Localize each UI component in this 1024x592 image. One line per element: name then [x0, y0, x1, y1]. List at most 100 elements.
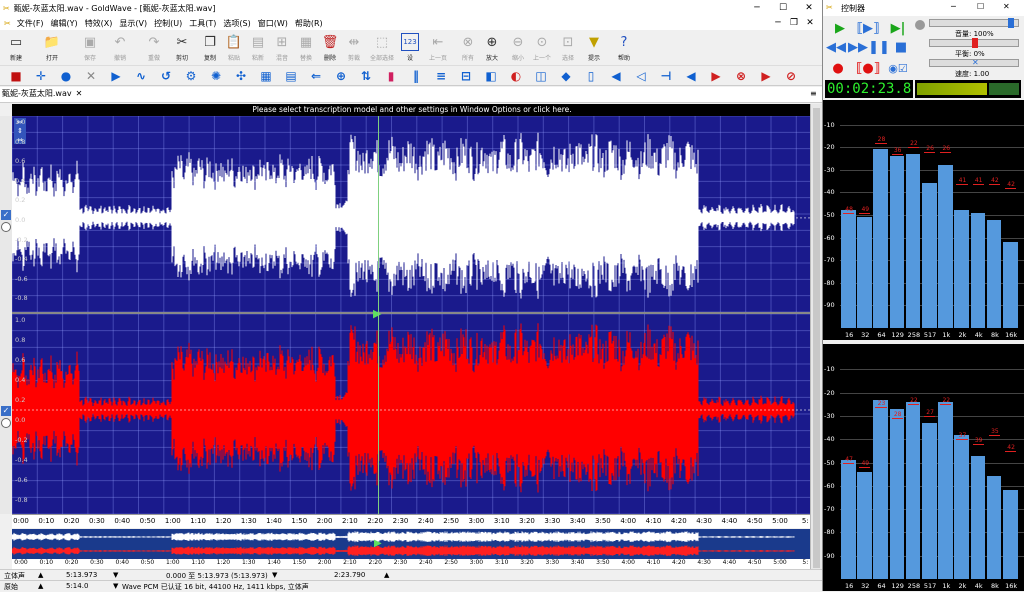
effect-tool-3-icon[interactable]: ● — [58, 68, 74, 84]
effect-tool-31-icon[interactable]: ▶ — [758, 68, 774, 84]
cue-button[interactable]: ▼ 提示 — [582, 31, 606, 65]
menu-tools[interactable]: 工具(T) — [189, 18, 216, 29]
tab-menu-icon[interactable]: ≡ — [810, 89, 817, 98]
mix-button[interactable]: ⊞ 混音 — [270, 31, 294, 65]
effect-tool-28-icon[interactable]: ◀ — [683, 68, 699, 84]
effect-tool-30-icon[interactable]: ⊗ — [733, 68, 749, 84]
document-tab[interactable]: 甄妮-灰蓝太阳.wav ✕ — [2, 88, 82, 99]
right-channel-checkbox[interactable]: ✓ — [1, 406, 11, 416]
record-icon[interactable]: ● — [827, 57, 849, 79]
control-minimize-button[interactable]: ─ — [951, 2, 956, 11]
left-channel-waveform[interactable]: ⇔ ⇕ ⇔ 1.0 0.8 0.6 0.4 0.2 0.0 -0.2 -0.4 -0.6 -0.8 — [12, 116, 810, 312]
overview-waveform[interactable]: ▶ — [12, 529, 810, 559]
effect-tool-18-icon[interactable]: ≡ — [433, 68, 449, 84]
record-mode-icon[interactable]: ◉☑ — [885, 57, 911, 79]
maximize-button[interactable]: ☐ — [770, 0, 796, 16]
status-dropdown-1[interactable]: ▲ — [38, 571, 43, 579]
zoom-out-button[interactable]: ⊖ 缩小 — [506, 31, 530, 65]
copy-button[interactable]: ❐ 复制 — [198, 31, 222, 65]
control-maximize-button[interactable]: ☐ — [977, 2, 984, 11]
volume-thumb[interactable] — [1008, 18, 1014, 28]
effect-tool-32-icon[interactable]: ⊘ — [783, 68, 799, 84]
effect-tool-25-icon[interactable]: ◀ — [608, 68, 624, 84]
doc-restore-button[interactable]: ❐ — [786, 16, 802, 30]
status-dropdown-2[interactable]: ▼ — [113, 571, 118, 579]
effect-tool-26-icon[interactable]: ◁ — [633, 68, 649, 84]
doc-minimize-button[interactable]: ─ — [770, 16, 786, 30]
left-channel-checkbox[interactable]: ✓ — [1, 210, 11, 220]
effect-tool-14-icon[interactable]: ⊕ — [333, 68, 349, 84]
effect-tool-7-icon[interactable]: ↺ — [158, 68, 174, 84]
menu-file[interactable]: 文件(F) — [17, 18, 44, 29]
menu-view[interactable]: 显示(V) — [119, 18, 147, 29]
open-folder-button[interactable]: 📁 打开 — [40, 31, 64, 65]
effect-tool-19-icon[interactable]: ⊟ — [458, 68, 474, 84]
record-selection-icon[interactable]: ⟦●⟧ — [856, 57, 880, 79]
paste-new-button[interactable]: ▤ 粘新 — [246, 31, 270, 65]
effect-tool-21-icon[interactable]: ◐ — [508, 68, 524, 84]
transcription-info-bar[interactable]: Please select transcription model and ot… — [12, 104, 812, 116]
left-channel-radio[interactable] — [1, 222, 11, 232]
close-button[interactable]: ✕ — [796, 0, 822, 16]
minimize-button[interactable]: ─ — [744, 0, 770, 16]
effect-tool-5-icon[interactable]: ▶ — [108, 68, 124, 84]
effect-tool-12-icon[interactable]: ▤ — [283, 68, 299, 84]
play-icon[interactable]: ▶ — [829, 17, 851, 39]
status-dropdown-4[interactable]: ▲ — [384, 571, 389, 579]
effect-tool-29-icon[interactable]: ▶ — [708, 68, 724, 84]
menu-control[interactable]: 控制(U) — [154, 18, 182, 29]
status-dropdown-3[interactable]: ▼ — [272, 571, 277, 579]
menu-help[interactable]: 帮助(R) — [295, 18, 323, 29]
menu-effects[interactable]: 特效(X) — [85, 18, 113, 29]
redo-button[interactable]: ↷ 重做 — [142, 31, 166, 65]
stop-icon[interactable]: ■ — [893, 39, 909, 55]
replace-button[interactable]: ▦ 替换 — [294, 31, 318, 65]
effect-tool-22-icon[interactable]: ◫ — [533, 68, 549, 84]
effect-tool-23-icon[interactable]: ◆ — [558, 68, 574, 84]
right-channel-waveform[interactable]: 1.0 0.8 0.6 0.4 0.2 0.0 -0.2 -0.4 -0.6 -0.8 — [12, 314, 810, 514]
effect-tool-15-icon[interactable]: ⇅ — [358, 68, 374, 84]
effect-tool-20-icon[interactable]: ◧ — [483, 68, 499, 84]
timeline-ruler[interactable]: 0:00 0:10 0:20 0:30 0:40 0:50 1:00 1:10 1:20 1:30… — [12, 514, 810, 528]
menu-options[interactable]: 选项(S) — [223, 18, 250, 29]
settings-icon[interactable] — [915, 20, 925, 30]
balance-thumb[interactable] — [972, 38, 978, 48]
right-channel-radio[interactable] — [1, 418, 11, 428]
fast-forward-icon[interactable]: ▶▶ — [847, 39, 869, 55]
effect-tool-24-icon[interactable]: ▯ — [583, 68, 599, 84]
effect-tool-27-icon[interactable]: ⊣ — [658, 68, 674, 84]
doc-close-button[interactable]: ✕ — [802, 16, 818, 30]
effect-tool-11-icon[interactable]: ▦ — [258, 68, 274, 84]
speed-slider[interactable]: ✕ — [929, 58, 1019, 68]
waveform-scrollbar[interactable] — [810, 104, 822, 574]
rewind-icon[interactable]: ◀◀ — [825, 39, 847, 55]
help-button[interactable]: ? 帮助 — [612, 31, 636, 65]
effect-tool-6-icon[interactable]: ∿ — [133, 68, 149, 84]
waveform-scrollbar-thumb[interactable] — [813, 108, 820, 568]
status-dropdown-5[interactable]: ▲ — [38, 582, 43, 590]
zoom-prev-button[interactable]: ⊙ 上一个 — [530, 31, 554, 65]
pause-icon[interactable]: ❚❚ — [868, 39, 890, 55]
set-marker-button[interactable]: 123 设 — [398, 31, 422, 65]
tab-close-icon[interactable]: ✕ — [76, 89, 83, 98]
undo-button[interactable]: ↶ 撤销 — [108, 31, 132, 65]
effect-tool-16-icon[interactable]: ▮ — [383, 68, 399, 84]
effect-tool-8-icon[interactable]: ⚙ — [183, 68, 199, 84]
effect-tool-4-icon[interactable]: ✕ — [83, 68, 99, 84]
effect-tool-13-icon[interactable]: ⇐ — [308, 68, 324, 84]
cut-button[interactable]: ✂ 剪切 — [170, 31, 194, 65]
zoom-all-button[interactable]: ⊗ 所有 — [456, 31, 480, 65]
play-selection-icon[interactable]: ⟦▶⟧ — [857, 17, 880, 39]
zoom-in-button[interactable]: ⊕ 放大 — [480, 31, 504, 65]
effect-tool-1-icon[interactable]: ■ — [8, 68, 24, 84]
paste-button[interactable]: 📋 粘贴 — [222, 31, 246, 65]
control-close-button[interactable]: ✕ — [1003, 2, 1010, 11]
effect-tool-10-icon[interactable]: ✣ — [233, 68, 249, 84]
overview-marker-icon[interactable]: ▶ — [374, 538, 382, 549]
speed-thumb[interactable]: ✕ — [972, 58, 980, 68]
prev-page-button[interactable]: ⇤ 上一页 — [426, 31, 450, 65]
delete-button[interactable]: 🗑 删除 — [318, 31, 342, 65]
save-button[interactable]: ▣ 保存 — [78, 31, 102, 65]
effect-tool-17-icon[interactable]: ‖ — [408, 68, 424, 84]
select-all-button[interactable]: ⬚ 全部选择 — [370, 31, 394, 65]
